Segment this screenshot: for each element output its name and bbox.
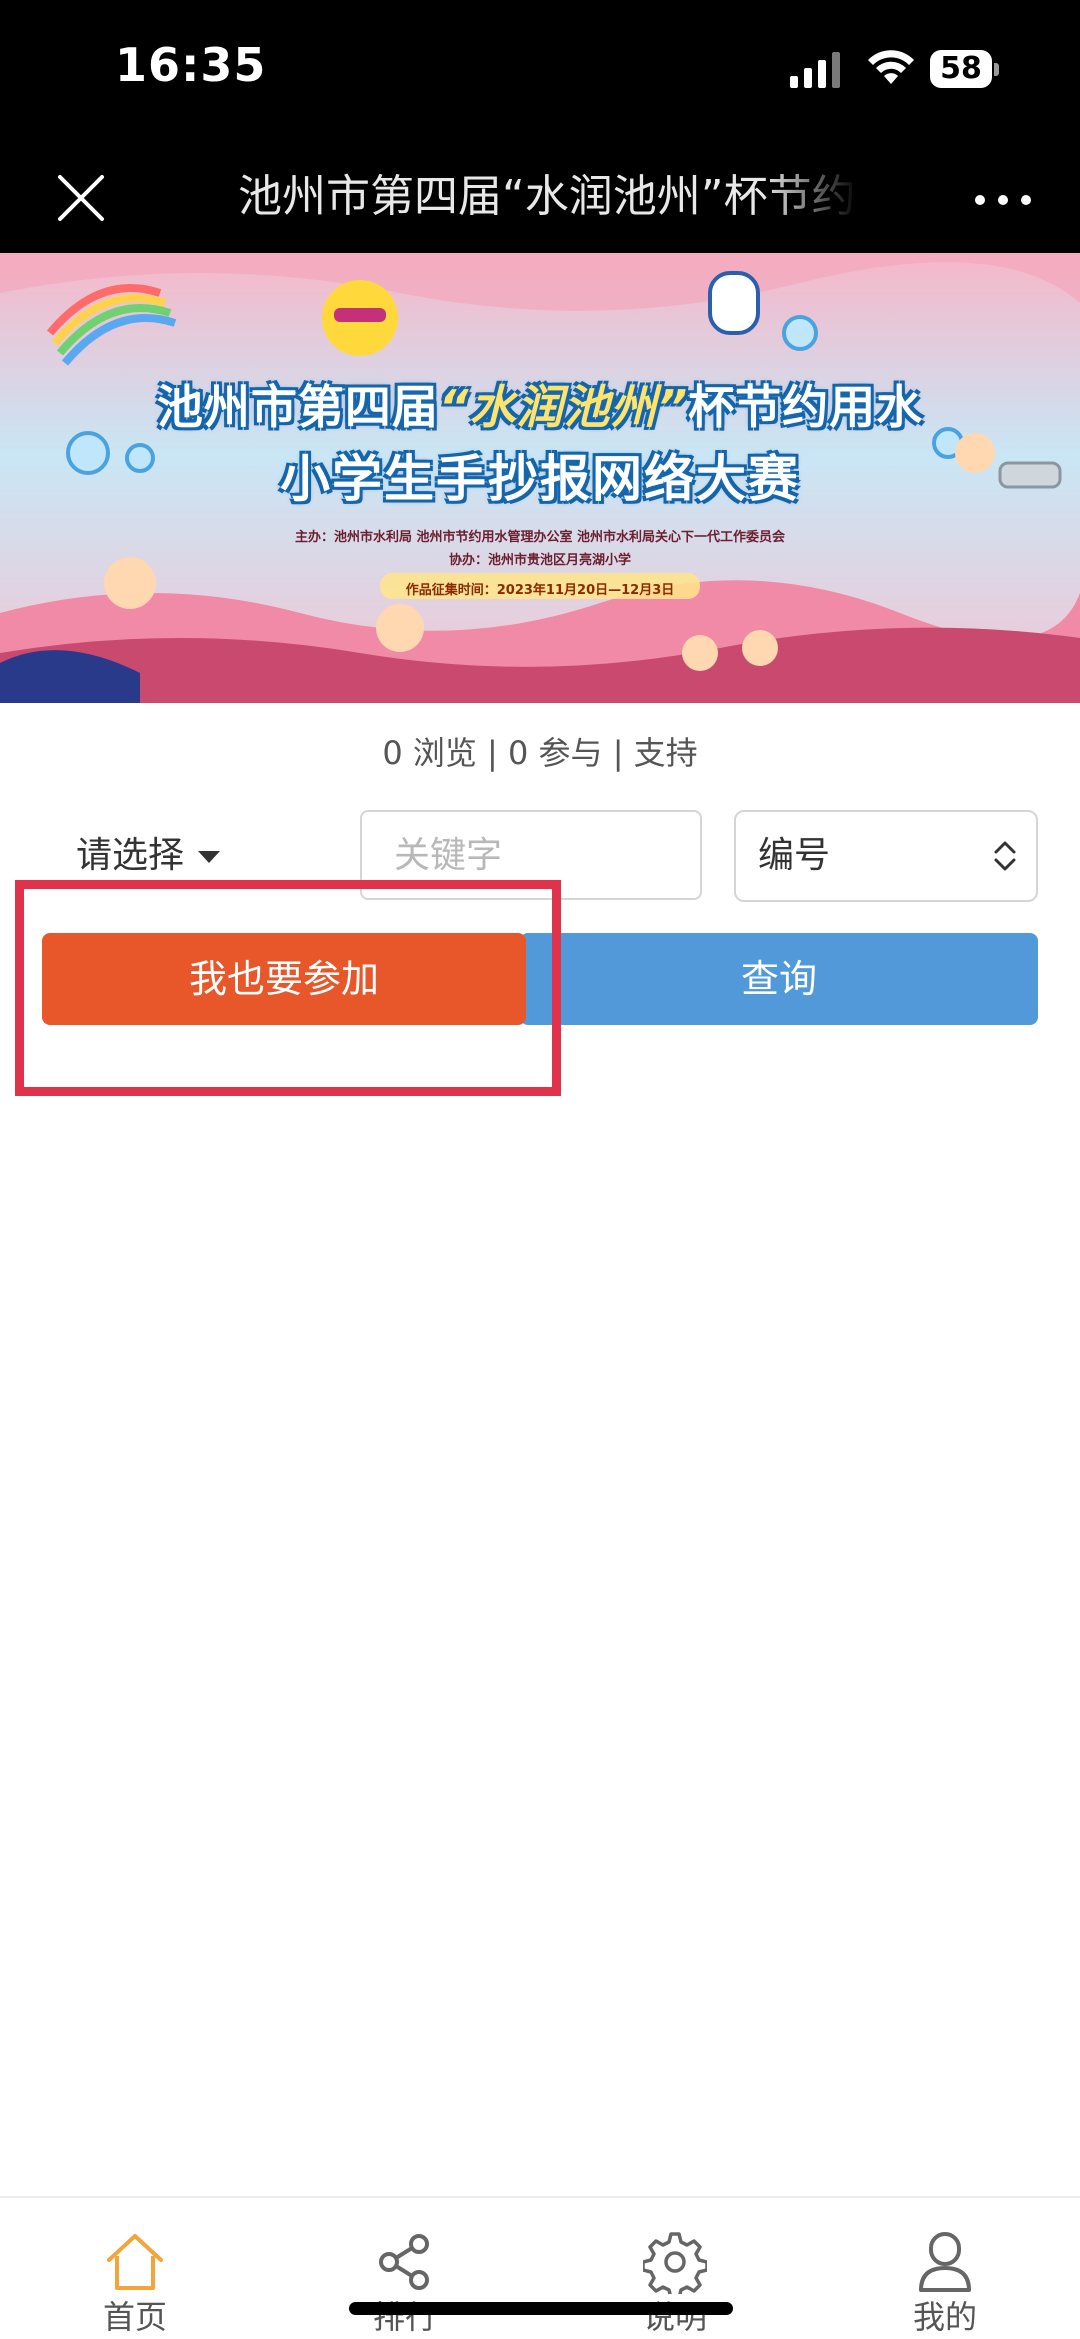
bottom-tab-bar: 首页 排行 说明 我的	[0, 2196, 1080, 2339]
close-icon[interactable]	[50, 167, 112, 229]
wifi-icon	[868, 50, 914, 84]
banner-collection-time: 作品征集时间：2023年11月20日—12月3日	[405, 583, 675, 598]
stats-line: 0 浏览 | 0 参与 | 支持	[0, 728, 1080, 774]
sort-value: 编号	[758, 835, 831, 876]
event-banner: 池州市第四届“水润池州”杯节约用水 小学生手抄报网络大赛 主办：池州市水利局 池…	[0, 253, 1080, 703]
tab-instructions[interactable]: 说明	[540, 2198, 810, 2339]
category-label: 请选择	[76, 835, 185, 876]
tab-label: 首页	[102, 2298, 167, 2336]
home-icon	[107, 2234, 163, 2290]
status-bar: 16:35 58	[0, 0, 1080, 145]
title-bar: 池州市第四届“水润池州”杯节约用水小学生手抄报网络大赛	[0, 145, 1080, 253]
updown-chevron-icon	[994, 841, 1016, 871]
query-button[interactable]: 查询	[520, 933, 1038, 1025]
caret-down-icon	[198, 851, 221, 863]
support-label[interactable]: 支持	[634, 734, 698, 772]
banner-host: 主办：池州市水利局 池州市节约用水管理办公室 池州市水利局关心下一代工作委员会	[294, 530, 786, 545]
tab-label: 我的	[912, 2298, 977, 2336]
gear-icon	[643, 2232, 707, 2294]
share-icon	[379, 2234, 429, 2290]
tab-home[interactable]: 首页	[0, 2198, 270, 2339]
status-time: 16:35	[115, 38, 267, 92]
banner-co-host: 协办：池州市贵池区月亮湖小学	[448, 553, 631, 568]
battery-icon: 58	[930, 50, 1000, 90]
stats-separator: |	[602, 734, 634, 772]
stats-separator: |	[476, 734, 508, 772]
signal-icon	[790, 52, 840, 88]
more-icon[interactable]	[968, 175, 1038, 225]
tab-me[interactable]: 我的	[810, 2198, 1080, 2339]
battery-level: 58	[940, 51, 982, 86]
category-select[interactable]: 请选择	[76, 832, 236, 880]
home-indicator	[349, 2302, 733, 2315]
banner-title-line2: 小学生手抄报网络大赛	[280, 450, 800, 508]
participants-count: 0 参与	[507, 734, 603, 772]
user-icon	[919, 2232, 971, 2292]
tab-ranking[interactable]: 排行	[270, 2198, 540, 2339]
views-count: 0 浏览	[382, 734, 477, 772]
page-title: 池州市第四届“水润池州”杯节约用水小学生手抄报网络大赛	[238, 171, 858, 222]
highlight-frame	[15, 880, 561, 1096]
tab-label: 排行	[372, 2298, 437, 2336]
sort-select[interactable]: 编号	[734, 810, 1038, 902]
tab-label: 说明	[642, 2298, 707, 2336]
banner-title-line1: 池州市第四届“水润池州”杯节约用水	[156, 380, 924, 434]
